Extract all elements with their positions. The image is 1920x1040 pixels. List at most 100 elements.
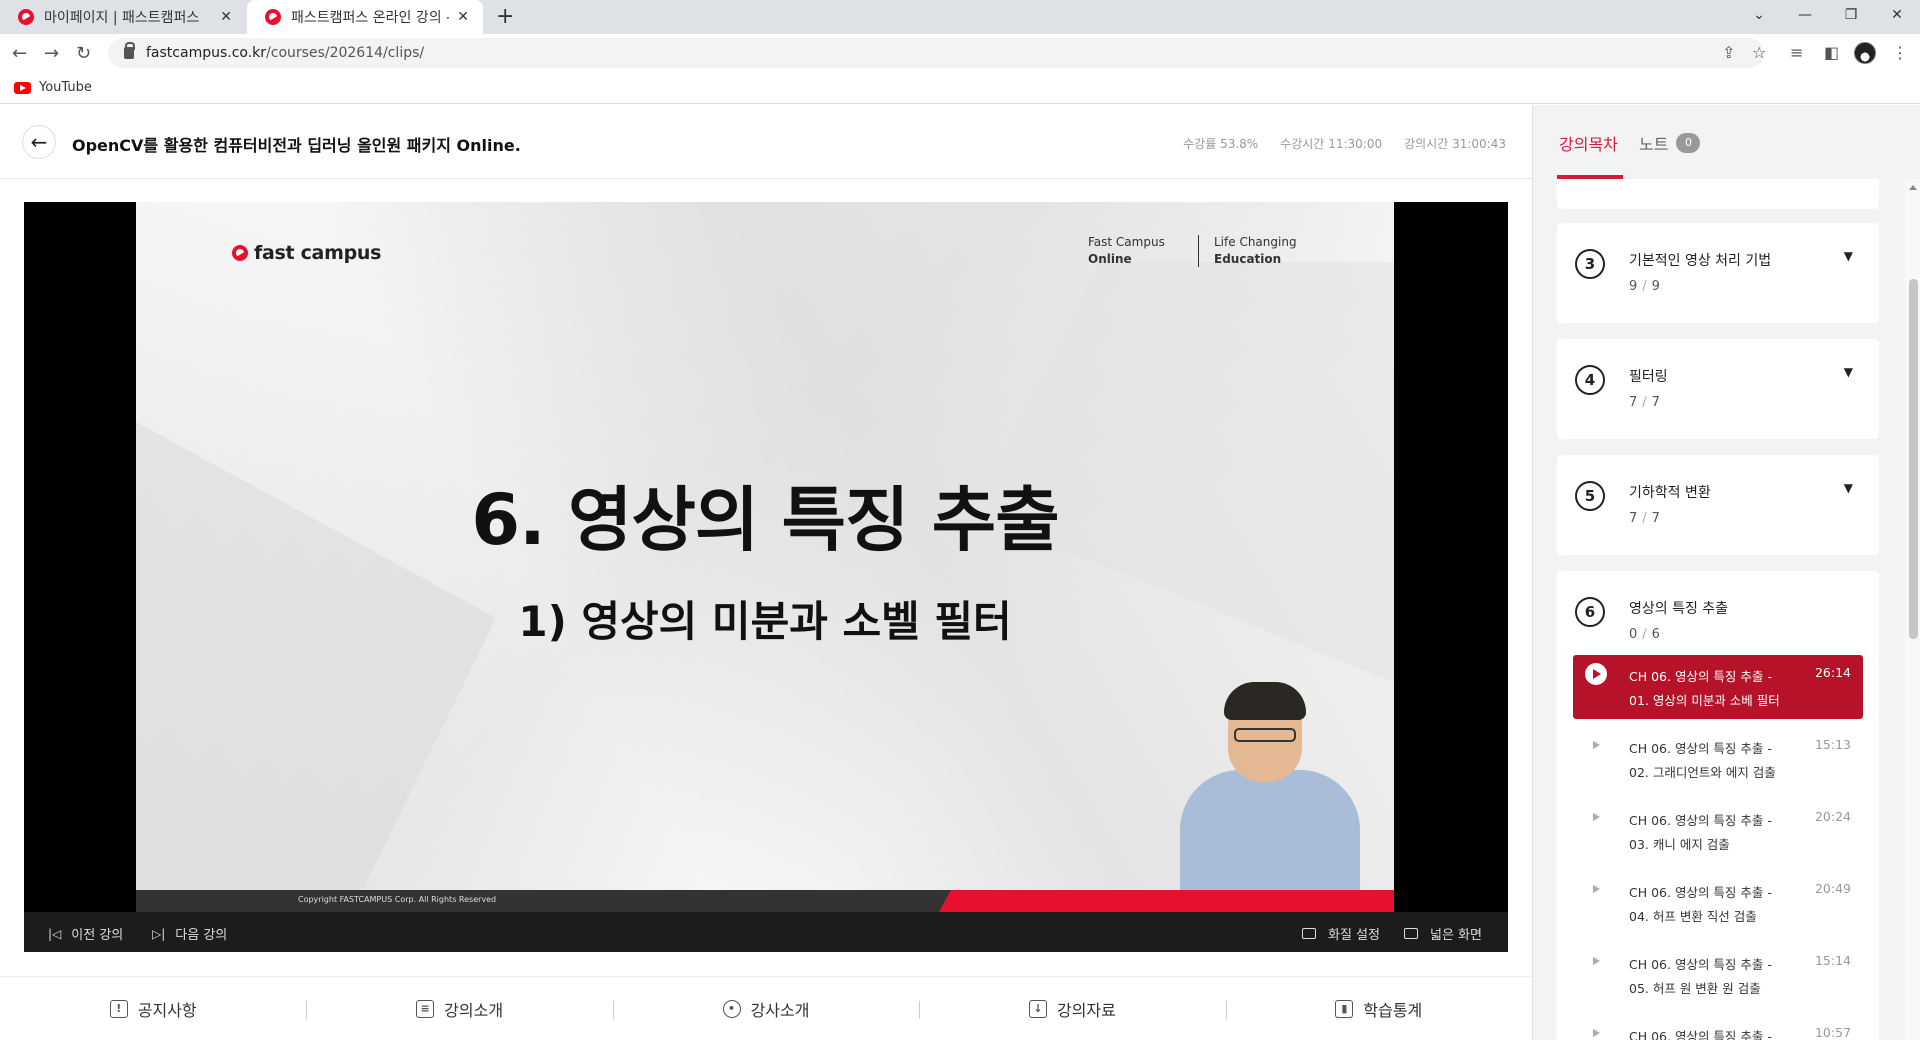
chapter-progress: 7/7 — [1629, 511, 1660, 526]
user-icon: • — [722, 999, 741, 1018]
chapter-card-4[interactable]: 4 필터링 7/7 ▼ — [1557, 339, 1879, 439]
chevron-down-icon[interactable]: ▼ — [1844, 365, 1853, 379]
fastcampus-logo-icon — [232, 245, 248, 261]
chapter-number: 4 — [1575, 365, 1605, 395]
presenter-video — [1168, 678, 1368, 912]
curriculum-sidebar: 강의목차 노트 0 3 기본적인 영상 처리 기법 9/9 ▼ 4 필터링 7/… — [1532, 105, 1920, 1040]
download-icon: ↓ — [1028, 999, 1047, 1018]
tab-course-intro[interactable]: ≡ 강의소개 — [306, 997, 612, 1021]
play-triangle-icon — [1593, 957, 1600, 965]
fastcampus-logo: fast campus — [232, 242, 381, 264]
clip-item[interactable]: CH 06. 영상의 특징 추출 -05. 허프 원 변환 원 검출 15:14 — [1573, 943, 1863, 1007]
quality-icon — [1302, 928, 1316, 939]
url-path: /courses/202614/clips/ — [266, 45, 425, 61]
notice-icon: ! — [109, 999, 128, 1018]
back-arrow-icon: ← — [30, 130, 48, 154]
slide-footer: Copyright FASTCAMPUS Corp. All Rights Re… — [136, 890, 1394, 912]
clip-title: CH 06. 영상의 특징 추출 -05. 허프 원 변환 원 검출 — [1629, 957, 1772, 996]
chapter-progress: 7/7 — [1629, 395, 1660, 410]
clip-item[interactable]: CH 06. 영상의 특징 추출 -04. 허프 변환 직선 검출 20:49 — [1573, 871, 1863, 935]
close-window-button[interactable]: ✕ — [1874, 0, 1920, 30]
clipboard-icon: ≡ — [416, 999, 435, 1018]
chapter-number: 3 — [1575, 249, 1605, 279]
course-header: ← OpenCV를 활용한 컴퓨터비전과 딥러닝 올인원 패키지 Online.… — [0, 105, 1532, 179]
clip-item[interactable]: CH 06. 영상의 특징 추출 -03. 캐니 에지 검출 20:24 — [1573, 799, 1863, 863]
bookmark-star-icon[interactable]: ☆ — [1752, 43, 1766, 62]
prev-lecture-button[interactable]: |◁ 이전 강의 — [48, 924, 123, 944]
chapter-card-5[interactable]: 5 기하학적 변환 7/7 ▼ — [1557, 455, 1879, 555]
forward-arrow-icon[interactable]: → — [44, 43, 59, 64]
slide-subtitle: 1) 영상의 미분과 소벨 필터 — [518, 597, 1012, 646]
minimize-button[interactable]: — — [1782, 0, 1828, 30]
youtube-icon — [14, 81, 31, 94]
chevron-down-icon[interactable]: ▼ — [1844, 481, 1853, 495]
tab-notice[interactable]: ! 공지사항 — [0, 997, 306, 1021]
chapter-card-6[interactable]: 6 영상의 특징 추출 0/6 CH 06. 영상의 특징 추출 -01. 영상… — [1557, 571, 1879, 1040]
chevron-down-icon[interactable]: ▼ — [1844, 249, 1853, 263]
tab-instructor[interactable]: • 강사소개 — [612, 997, 919, 1021]
clip-duration: 15:13 — [1814, 737, 1851, 752]
video-player[interactable]: fast campus Fast Campus Online Life Chan… — [24, 202, 1508, 952]
tab-title: 마이페이지 | 패스트캠퍼스 — [44, 10, 200, 26]
sidebar-tabs: 강의목차 노트 0 — [1533, 105, 1905, 179]
play-icon — [1585, 663, 1607, 685]
profile-avatar[interactable] — [1854, 42, 1876, 64]
bookmark-youtube[interactable]: YouTube — [39, 80, 92, 95]
url-input[interactable]: fastcampus.co.kr/courses/202614/clips/ — [108, 38, 1764, 68]
clip-title: CH 06. 영상의 특징 추출 -01. 영상의 미분과 소베 필터 — [1629, 669, 1780, 708]
reload-icon[interactable]: ↻ — [76, 43, 91, 64]
chapter-card-partial — [1557, 179, 1879, 209]
fastcampus-favicon-icon — [18, 9, 34, 25]
lock-icon — [124, 42, 135, 59]
chapter-progress: 0/6 — [1629, 627, 1660, 642]
chapter-title: 필터링 — [1629, 369, 1668, 385]
chapter-number: 5 — [1575, 481, 1605, 511]
browser-tab-mypage[interactable]: 마이페이지 | 패스트캠퍼스 ✕ — [0, 0, 246, 34]
quality-settings-button[interactable]: 화질 설정 — [1302, 924, 1380, 943]
chapter-card-3[interactable]: 3 기본적인 영상 처리 기법 9/9 ▼ — [1557, 223, 1879, 323]
back-button[interactable]: ← — [22, 125, 56, 159]
clip-title: CH 06. 영상의 특징 추출 -04. 허프 변환 직선 검출 — [1629, 885, 1772, 924]
browser-menu-icon[interactable]: ⋮ — [1892, 43, 1908, 62]
skip-previous-icon: |◁ — [48, 926, 62, 941]
tab-materials[interactable]: ↓ 강의자료 — [919, 997, 1225, 1021]
note-count-badge: 0 — [1676, 133, 1701, 153]
scroll-up-icon[interactable] — [1909, 185, 1917, 190]
slide-tag-education: Life Changing Education — [1214, 235, 1297, 266]
side-panel-icon[interactable]: ◧ — [1824, 43, 1839, 62]
lecture-time-stat: 강의시간 31:00:43 — [1404, 137, 1506, 151]
slide-tag-online: Fast Campus Online — [1088, 235, 1165, 266]
clip-item-active[interactable]: CH 06. 영상의 특징 추출 -01. 영상의 미분과 소베 필터 26:1… — [1573, 655, 1863, 719]
restore-button[interactable]: ❐ — [1828, 0, 1874, 30]
address-bar-row: ← → ↻ fastcampus.co.kr/courses/202614/cl… — [0, 34, 1920, 72]
back-arrow-icon[interactable]: ← — [12, 43, 27, 64]
share-icon[interactable]: ⇪ — [1722, 43, 1735, 62]
slide-title: 6. 영상의 특징 추출 — [471, 479, 1059, 561]
new-tab-button[interactable]: + — [496, 4, 514, 29]
progress-stat: 수강률 53.8% — [1183, 137, 1259, 151]
media-queue-icon[interactable]: ≡ — [1790, 43, 1803, 62]
tab-statistics[interactable]: ▮ 학습통계 — [1225, 997, 1532, 1021]
next-lecture-button[interactable]: ▷| 다음 강의 — [152, 924, 227, 944]
wide-screen-button[interactable]: 넓은 화면 — [1404, 924, 1482, 943]
tab-curriculum[interactable]: 강의목차 — [1559, 131, 1618, 155]
player-control-bar: |◁ 이전 강의 ▷| 다음 강의 화질 설정 넓은 화면 — [24, 912, 1508, 952]
tab-notes[interactable]: 노트 0 — [1639, 131, 1701, 155]
clip-item[interactable]: CH 06. 영상의 특징 추출 - 10:57 — [1573, 1015, 1863, 1040]
lecture-slide: fast campus Fast Campus Online Life Chan… — [136, 202, 1394, 912]
play-triangle-icon — [1593, 885, 1600, 893]
clip-duration: 10:57 — [1814, 1025, 1851, 1040]
close-tab-icon[interactable]: ✕ — [457, 9, 469, 25]
close-tab-icon[interactable]: ✕ — [220, 9, 232, 25]
bar-chart-icon: ▮ — [1335, 999, 1354, 1018]
scrollbar-thumb[interactable] — [1909, 279, 1918, 639]
play-triangle-icon — [1593, 741, 1600, 749]
clip-title: CH 06. 영상의 특징 추출 - — [1629, 1029, 1772, 1040]
sidebar-scrollbar[interactable] — [1905, 179, 1920, 1040]
browser-tab-lecture[interactable]: 패스트캠퍼스 온라인 강의 - 패스트캠퍼스 ✕ — [247, 0, 483, 34]
course-title: OpenCV를 활용한 컴퓨터비전과 딥러닝 올인원 패키지 Online. — [72, 136, 521, 155]
tab-search-icon[interactable]: ⌄ — [1736, 0, 1782, 30]
chapter-progress: 9/9 — [1629, 279, 1660, 294]
course-info-tabs: ! 공지사항 ≡ 강의소개 • 강사소개 ↓ 강의자료 ▮ 학습통계 — [0, 976, 1532, 1040]
clip-item[interactable]: CH 06. 영상의 특징 추출 -02. 그래디언트와 에지 검출 15:13 — [1573, 727, 1863, 791]
